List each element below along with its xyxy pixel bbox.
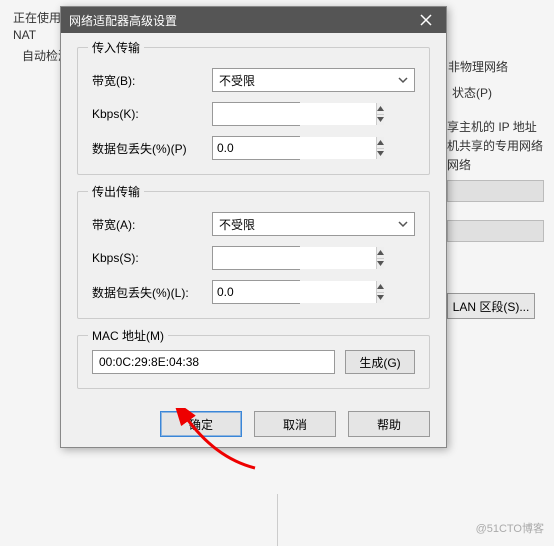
outgoing-group: 传出传输 带宽(A): 不受限 Kbps(S):: [77, 191, 430, 319]
chevron-down-icon: [377, 295, 384, 300]
watermark-text: @51CTO博客: [476, 520, 544, 536]
chevron-down-icon: [398, 219, 408, 229]
dropdown-value: 不受限: [219, 72, 255, 89]
close-icon: [420, 14, 432, 26]
bg-text: 机共享的专用网络: [447, 137, 543, 154]
chevron-up-icon: [377, 250, 384, 255]
spinner-down-button[interactable]: [377, 149, 384, 160]
bg-text: 正在使用: [13, 9, 61, 26]
lan-segment-button[interactable]: LAN 区段(S)...: [447, 293, 535, 319]
chevron-down-icon: [377, 117, 384, 122]
bandwidth-incoming-dropdown[interactable]: 不受限: [212, 68, 415, 92]
kbps-outgoing-input[interactable]: [213, 247, 376, 269]
bandwidth-label: 带宽(B):: [92, 72, 212, 89]
packet-loss-label: 数据包丢失(%)(P): [92, 140, 212, 157]
bg-disabled-box: [447, 180, 544, 202]
spinner-up-button[interactable]: [377, 137, 384, 149]
bg-disabled-box: [447, 220, 544, 242]
packet-loss-outgoing-spinner[interactable]: [212, 280, 300, 304]
bandwidth-outgoing-dropdown[interactable]: 不受限: [212, 212, 415, 236]
packet-loss-incoming-input[interactable]: [213, 137, 376, 159]
spinner-up-button[interactable]: [377, 103, 384, 115]
group-legend: 传出传输: [88, 183, 144, 200]
packet-loss-incoming-spinner[interactable]: [212, 136, 300, 160]
divider-line: [277, 494, 278, 546]
spinner-up-button[interactable]: [377, 247, 384, 259]
spinner-down-button[interactable]: [377, 259, 384, 270]
packet-loss-outgoing-input[interactable]: [213, 281, 376, 303]
cancel-button[interactable]: 取消: [254, 411, 336, 437]
help-button[interactable]: 帮助: [348, 411, 430, 437]
ok-button[interactable]: 确定: [160, 411, 242, 437]
chevron-down-icon: [398, 75, 408, 85]
bg-text: 非物理网络: [448, 58, 508, 75]
dialog-titlebar: 网络适配器高级设置: [61, 7, 446, 33]
spinner-up-button[interactable]: [377, 281, 384, 293]
kbps-incoming-spinner[interactable]: [212, 102, 300, 126]
dropdown-value: 不受限: [219, 216, 255, 233]
chevron-up-icon: [377, 284, 384, 289]
bg-text: 状态(P): [452, 84, 492, 101]
chevron-up-icon: [377, 140, 384, 145]
mac-group: MAC 地址(M) 生成(G): [77, 335, 430, 389]
bg-text: 享主机的 IP 地址: [447, 118, 537, 135]
chevron-down-icon: [377, 261, 384, 266]
incoming-group: 传入传输 带宽(B): 不受限 Kbps(K):: [77, 47, 430, 175]
kbps-incoming-input[interactable]: [213, 103, 376, 125]
dialog-title: 网络适配器高级设置: [69, 12, 177, 29]
group-legend: 传入传输: [88, 39, 144, 56]
bandwidth-label: 带宽(A):: [92, 216, 212, 233]
chevron-down-icon: [377, 151, 384, 156]
generate-mac-button[interactable]: 生成(G): [345, 350, 415, 374]
kbps-label: Kbps(S):: [92, 251, 212, 265]
packet-loss-label: 数据包丢失(%)(L):: [92, 284, 212, 301]
kbps-label: Kbps(K):: [92, 107, 212, 121]
mac-address-input[interactable]: [92, 350, 335, 374]
network-adapter-advanced-dialog: 网络适配器高级设置 传入传输 带宽(B): 不受限 Kbps(K):: [60, 6, 447, 448]
bg-text: NAT: [13, 28, 36, 42]
chevron-up-icon: [377, 106, 384, 111]
spinner-down-button[interactable]: [377, 115, 384, 126]
bg-text: 网络: [447, 156, 471, 173]
kbps-outgoing-spinner[interactable]: [212, 246, 300, 270]
close-button[interactable]: [406, 7, 446, 33]
group-legend: MAC 地址(M): [88, 327, 168, 344]
spinner-down-button[interactable]: [377, 293, 384, 304]
